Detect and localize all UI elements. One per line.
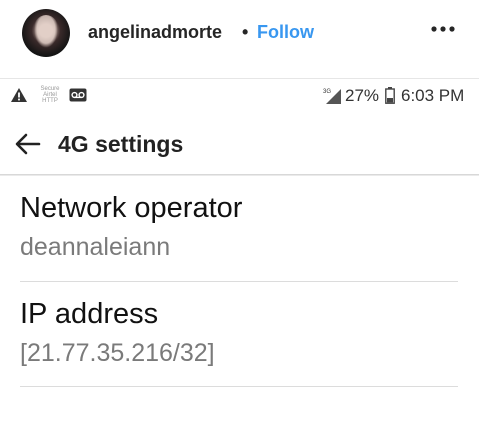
clock: 6:03 PM bbox=[401, 86, 465, 105]
setting-value: deannaleiann bbox=[20, 233, 171, 261]
list-divider bbox=[20, 386, 458, 387]
setting-title: IP address bbox=[20, 298, 159, 330]
back-arrow-icon[interactable] bbox=[14, 132, 42, 156]
battery-percent: 27% bbox=[345, 86, 380, 105]
setting-value: [21.77.35.216/32] bbox=[20, 339, 215, 367]
signal-icon: 3G bbox=[323, 89, 341, 104]
setting-title: Network operator bbox=[20, 192, 243, 224]
list-divider bbox=[20, 281, 458, 282]
page-title: 4G settings bbox=[58, 131, 184, 157]
header-divider bbox=[0, 78, 479, 79]
separator-dot: • bbox=[242, 22, 249, 42]
app-bar: 4G settings bbox=[0, 118, 479, 174]
avatar[interactable] bbox=[22, 9, 70, 57]
username-link[interactable]: angelinadmorte bbox=[88, 22, 222, 43]
follow-button[interactable]: Follow bbox=[257, 22, 314, 43]
app-bar-divider bbox=[0, 174, 479, 176]
battery-icon bbox=[385, 87, 395, 104]
voicemail-icon bbox=[69, 88, 87, 102]
post-header: angelinadmorte • Follow bbox=[0, 0, 479, 66]
status-bar: Secure Airtel HTTP 3G 27% 6:03 PM bbox=[0, 84, 479, 108]
more-options-icon[interactable] bbox=[428, 14, 458, 44]
warning-icon bbox=[11, 88, 27, 102]
status-tiny-label: Secure Airtel HTTP bbox=[40, 86, 60, 104]
network-type-label: 3G bbox=[323, 89, 331, 95]
network-operator-item[interactable]: Network operator deannaleiann bbox=[20, 192, 458, 262]
ip-address-item[interactable]: IP address [21.77.35.216/32] bbox=[20, 298, 458, 368]
